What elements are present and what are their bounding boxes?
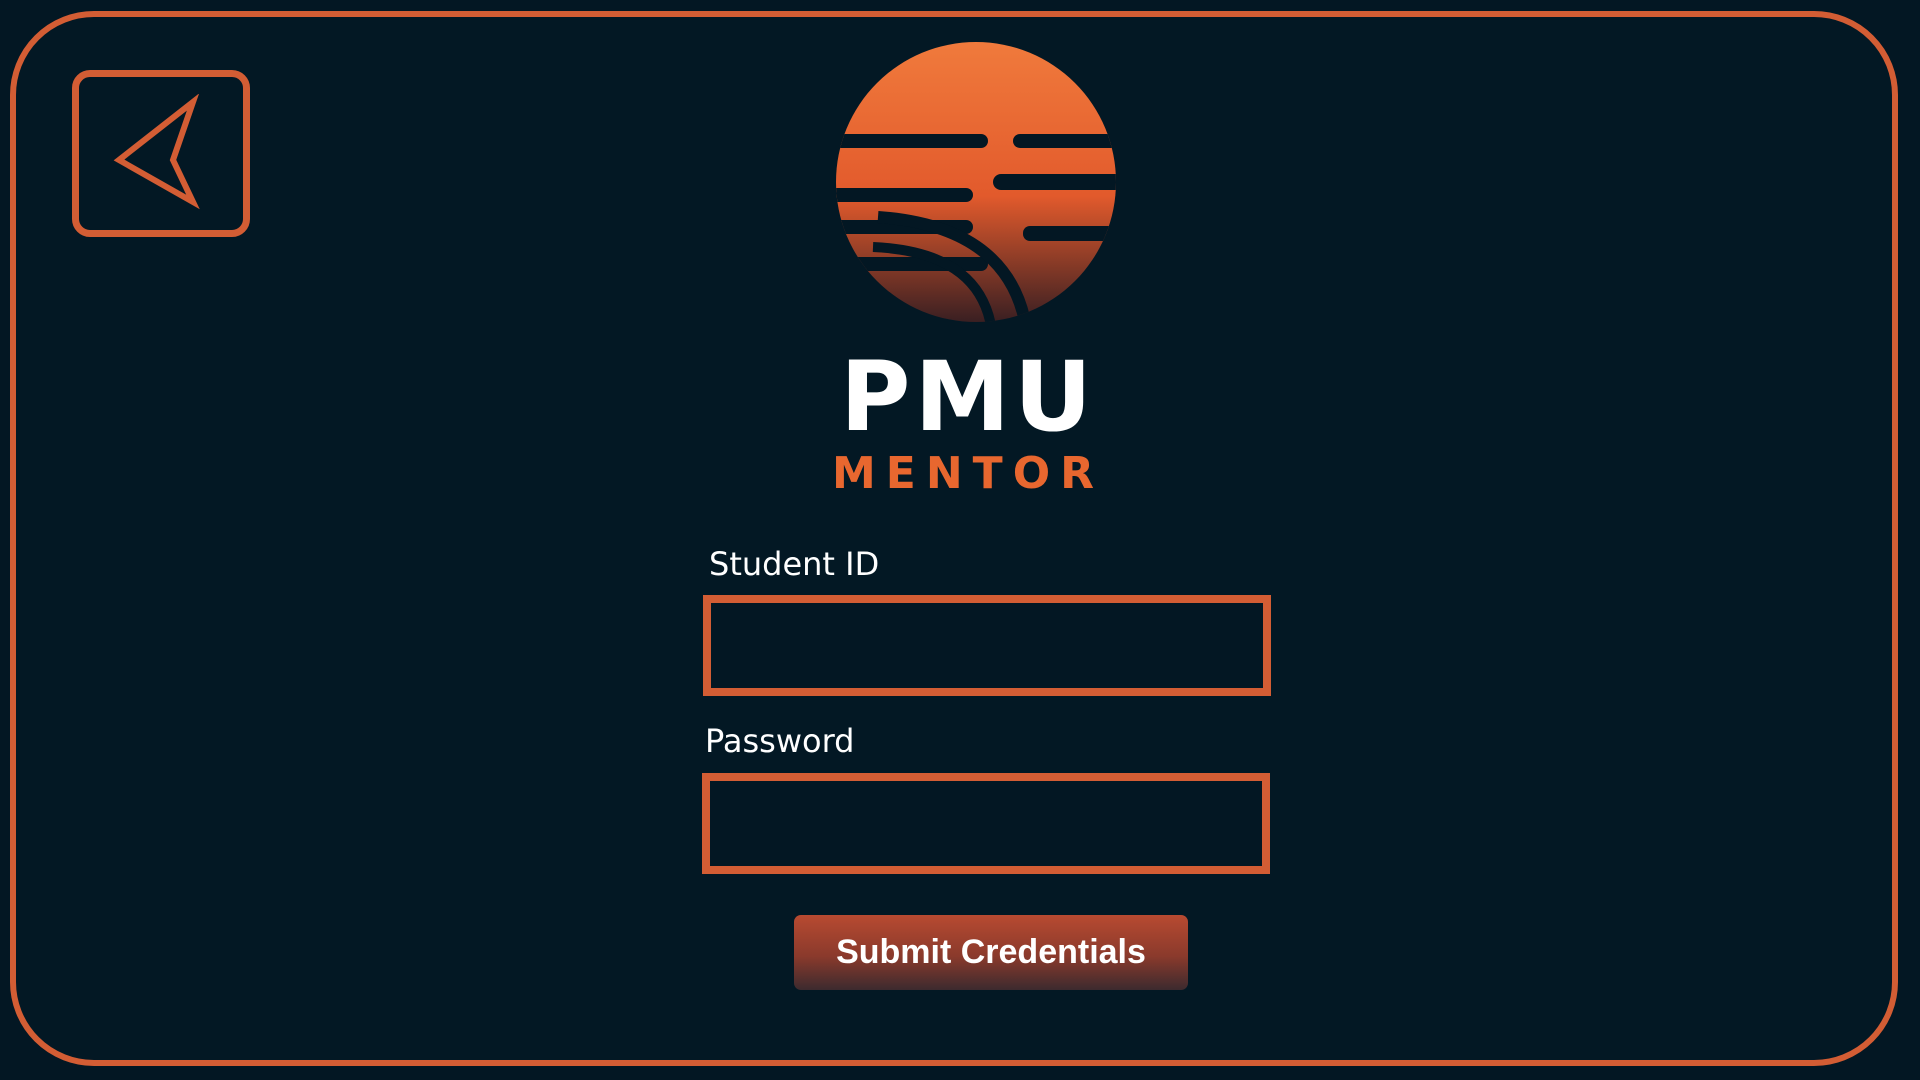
logo-title: PMU [840, 341, 1096, 453]
sun-logo-icon [836, 42, 1116, 322]
app-logo: PMU MENTOR [818, 42, 1118, 512]
password-label: Password [705, 722, 855, 760]
back-button[interactable] [72, 70, 250, 237]
back-arrow-icon [113, 94, 200, 210]
student-id-label: Student ID [709, 545, 880, 583]
password-input[interactable] [702, 773, 1270, 874]
student-id-input[interactable] [703, 595, 1271, 696]
submit-credentials-button[interactable]: Submit Credentials [794, 915, 1188, 990]
logo-subtitle: MENTOR [832, 448, 1104, 499]
